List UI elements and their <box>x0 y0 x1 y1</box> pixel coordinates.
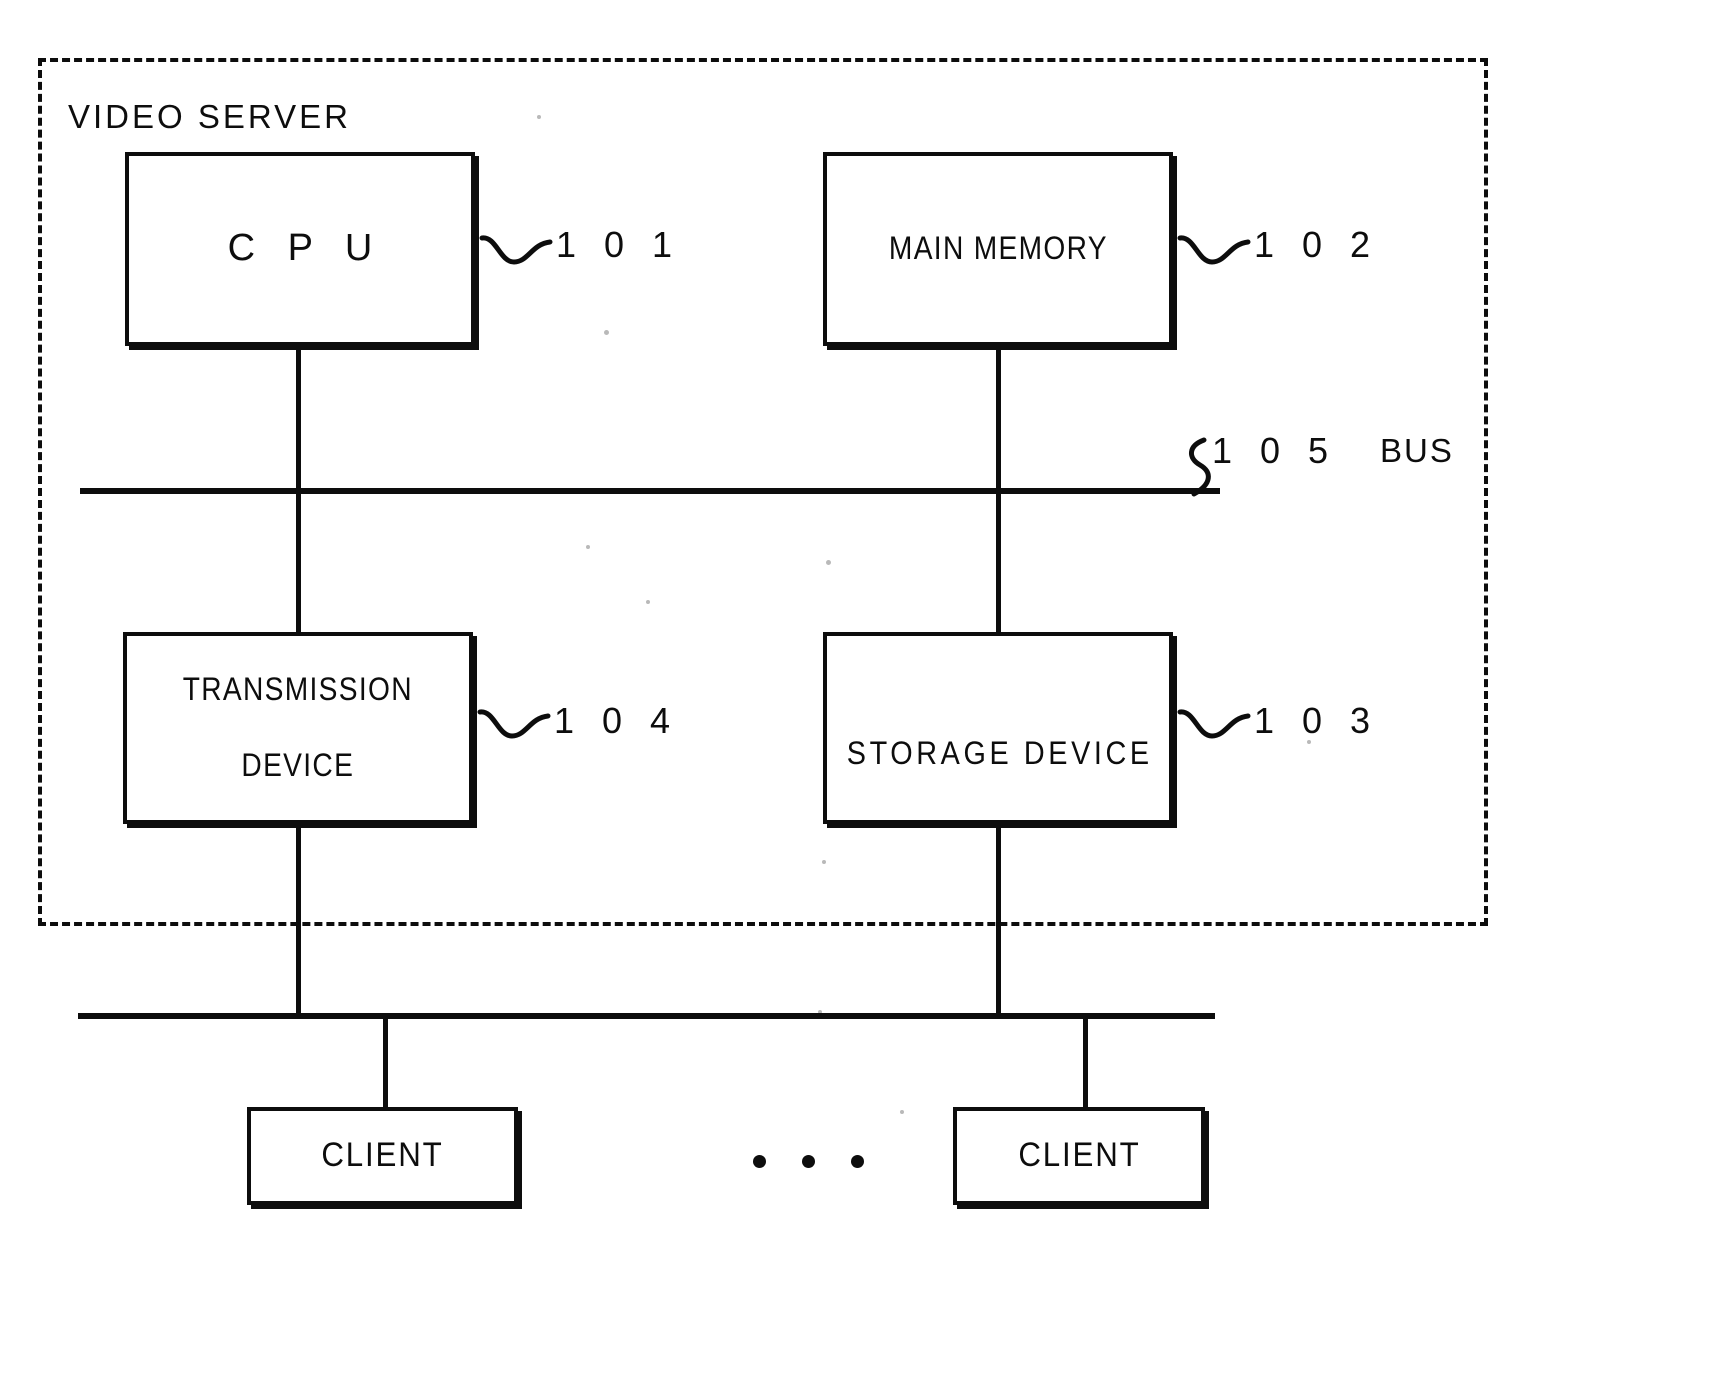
main-memory-ref-number: 1 0 2 <box>1254 224 1380 265</box>
transmission-device-leader-squiggle <box>477 709 551 739</box>
internal-bus-line <box>80 488 1220 494</box>
ellipsis-dot <box>851 1155 864 1168</box>
node-transmission-device-label-line1: TRANSMISSION <box>182 671 414 708</box>
node-main-memory[interactable]: MAIN MEMORY <box>823 152 1173 346</box>
cpu-ref-number: 1 0 1 <box>556 224 682 265</box>
node-storage-device[interactable]: STORAGE DEVICE <box>823 632 1173 824</box>
node-client-left[interactable]: CLIENT <box>247 1107 518 1205</box>
node-cpu[interactable]: C P U <box>125 152 475 346</box>
connector-transmission-to-network <box>296 824 301 1018</box>
node-transmission-device-label: TRANSMISSION DEVICE <box>183 673 413 782</box>
node-client-left-label: CLIENT <box>321 1136 444 1175</box>
node-client-right[interactable]: CLIENT <box>953 1107 1205 1205</box>
node-transmission-device[interactable]: TRANSMISSION DEVICE <box>123 632 473 824</box>
node-cpu-label: C P U <box>227 227 384 270</box>
node-main-memory-label: MAIN MEMORY <box>888 230 1108 267</box>
video-server-label: VIDEO SERVER <box>68 98 351 135</box>
storage-device-ref-number: 1 0 3 <box>1254 700 1380 741</box>
internal-bus-name: BUS <box>1380 432 1454 469</box>
main-memory-leader-squiggle <box>1177 235 1251 265</box>
node-transmission-device-label-line2: DEVICE <box>241 747 355 783</box>
connector-network-to-client-left <box>383 1018 388 1108</box>
ellipsis-dot <box>802 1155 815 1168</box>
ellipsis-dot <box>753 1155 766 1168</box>
connector-network-to-client-right <box>1083 1018 1088 1108</box>
storage-device-leader-squiggle <box>1177 709 1251 739</box>
internal-bus-ref-number: 1 0 5 <box>1212 430 1338 471</box>
network-bus-line <box>78 1013 1215 1019</box>
scan-speck <box>900 1110 904 1114</box>
node-storage-device-label: STORAGE DEVICE <box>846 735 1153 772</box>
clients-ellipsis <box>753 1155 864 1168</box>
transmission-device-ref-number: 1 0 4 <box>554 700 680 741</box>
connector-storage-to-network <box>996 824 1001 1018</box>
node-client-right-label: CLIENT <box>1017 1136 1141 1175</box>
cpu-leader-squiggle <box>479 235 553 265</box>
figure-canvas: VIDEO SERVER 1 0 5 BUS C P U 1 0 1 MAIN … <box>0 0 1726 1374</box>
